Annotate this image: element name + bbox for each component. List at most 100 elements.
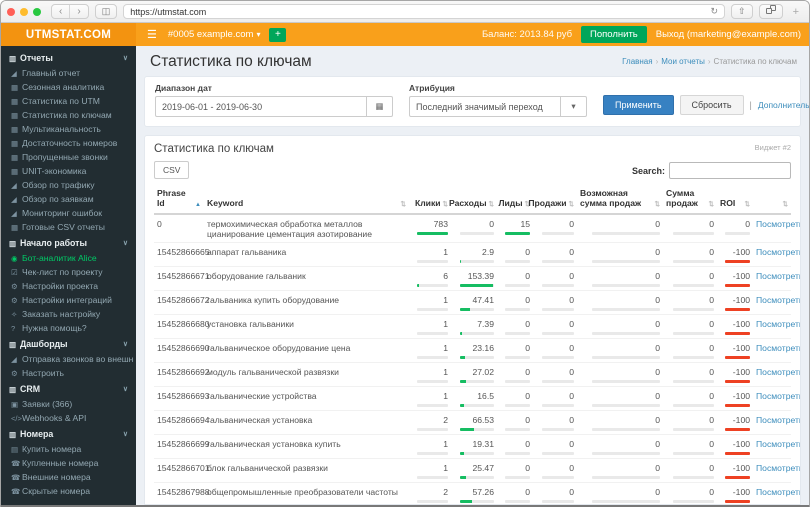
- share-icon[interactable]: ⇧: [731, 4, 753, 19]
- view-link[interactable]: Посмотреть: [756, 391, 800, 401]
- breadcrumb-link[interactable]: Главная: [622, 57, 652, 66]
- maximize-window-button[interactable]: [33, 7, 41, 16]
- sidebar-item[interactable]: ▦ Достаточность номеров: [1, 136, 136, 150]
- sidebar-item[interactable]: ◢ Обзор по трафику: [1, 178, 136, 192]
- view-link[interactable]: Посмотреть: [756, 319, 800, 329]
- sidebar-section-Номера[interactable]: ▥ Номера ∨: [1, 425, 136, 442]
- bar-fill-negative: [724, 476, 750, 479]
- csv-export-button[interactable]: CSV: [154, 161, 190, 179]
- close-window-button[interactable]: [7, 7, 15, 16]
- sidebar-section-Отчеты[interactable]: ▥ Отчеты ∨: [1, 49, 136, 66]
- column-header[interactable]: Phrase Id ▲: [154, 184, 204, 215]
- sidebar-item[interactable]: ▦ Статистика по ключам: [1, 108, 136, 122]
- keyword-cell: аппарат гальваника: [204, 242, 409, 267]
- value-bar: [504, 260, 530, 263]
- view-link[interactable]: Посмотреть: [756, 463, 800, 473]
- sidebar-item[interactable]: ◢ Обзор по заявкам: [1, 192, 136, 206]
- view-link[interactable]: Посмотреть: [756, 271, 800, 281]
- sidebar-item[interactable]: ? Нужна помощь?: [1, 321, 136, 335]
- view-link[interactable]: Посмотреть: [756, 247, 800, 257]
- sidebar-item[interactable]: ◢ Главный отчет: [1, 66, 136, 80]
- sidebar-item[interactable]: ▦ UNIT-экономика: [1, 164, 136, 178]
- view-link[interactable]: Посмотреть: [756, 415, 800, 425]
- brand-logo[interactable]: UTMSTAT.COM: [1, 23, 136, 46]
- sidebar-item[interactable]: ▣ Заявки (366): [1, 397, 136, 411]
- cell-value: 0: [655, 463, 660, 473]
- chevron-down-icon[interactable]: ▾: [561, 96, 587, 117]
- sidebar-item[interactable]: ⚙ Настройки интеграций: [1, 293, 136, 307]
- date-range-input[interactable]: 2019-06-01 - 2019-06-30: [155, 96, 367, 117]
- hamburger-icon[interactable]: ☰: [136, 28, 168, 41]
- sidebar-item[interactable]: ☎ Скрытые номера: [1, 484, 136, 498]
- cell-value: 0: [655, 367, 660, 377]
- column-header[interactable]: ROI ⇅: [717, 184, 753, 215]
- cell-value: 0: [569, 343, 574, 353]
- sidebar-item[interactable]: </> Webhooks & API: [1, 411, 136, 425]
- sidebar-item[interactable]: ◢ Отправка звонков во внешн: [1, 352, 136, 366]
- forward-button[interactable]: ›: [70, 5, 87, 18]
- more-options-link[interactable]: Дополнительно: [758, 100, 809, 110]
- sidebar-item[interactable]: ▦ Сезонная аналитика: [1, 80, 136, 94]
- widget-badge: Виджет #2: [754, 143, 791, 152]
- minimize-window-button[interactable]: [20, 7, 28, 16]
- view-link[interactable]: Посмотреть: [756, 219, 800, 229]
- column-header[interactable]: Клики ⇅: [409, 184, 451, 215]
- breadcrumb-link[interactable]: Мои отчеты: [661, 57, 705, 66]
- column-header[interactable]: Сумма продаж ⇅: [663, 184, 717, 215]
- sidebar-item[interactable]: ◉ Бот-аналитик Alice: [1, 251, 136, 265]
- view-link[interactable]: Посмотреть: [756, 367, 800, 377]
- bar-fill-negative: [724, 404, 750, 407]
- value-bar: [673, 308, 714, 311]
- topup-button[interactable]: Пополнить: [581, 26, 647, 43]
- sidebar-item[interactable]: ◢ Мониторинг ошибок: [1, 206, 136, 220]
- project-selector[interactable]: #0005 example.com ▾: [168, 29, 261, 40]
- sidebar-item-label: Настроить: [22, 368, 64, 378]
- new-tab-icon[interactable]: +: [789, 6, 803, 18]
- sidebar-section-Дашборды[interactable]: ▥ Дашборды ∨: [1, 335, 136, 352]
- add-project-button[interactable]: +: [269, 27, 287, 42]
- sidebar-section-Начало работы[interactable]: ▥ Начало работы ∨: [1, 234, 136, 251]
- search-input[interactable]: [669, 162, 791, 179]
- sidebar-item[interactable]: ⚙ Настроить: [1, 366, 136, 380]
- back-button[interactable]: ‹: [52, 5, 71, 18]
- column-header[interactable]: Расходы ⇅: [449, 184, 497, 215]
- value-cell: 0: [663, 386, 717, 411]
- sidebar-item[interactable]: ☎ Купленные номера: [1, 456, 136, 470]
- sidebar-toggle-icon[interactable]: ◫: [94, 4, 118, 19]
- attribution-select[interactable]: Последний значимый переход: [409, 96, 561, 117]
- sidebar-item[interactable]: ☎ Внешние номера: [1, 470, 136, 484]
- cell-value: -100: [732, 439, 750, 449]
- bar-fill: [460, 452, 465, 455]
- view-link[interactable]: Посмотреть: [756, 439, 800, 449]
- sidebar-item[interactable]: ▦ Мультиканальность: [1, 122, 136, 136]
- sidebar-item[interactable]: ✧ Заказать настройку: [1, 307, 136, 321]
- reload-icon[interactable]: ↻: [710, 6, 718, 17]
- calendar-icon[interactable]: ▦: [367, 96, 393, 117]
- sidebar-item[interactable]: ⚙ Настройки проекта: [1, 279, 136, 293]
- sidebar-item[interactable]: ☑ Чек-лист по проекту: [1, 265, 136, 279]
- sidebar-item[interactable]: ▤ Купить номера: [1, 442, 136, 456]
- reset-button[interactable]: Сбросить: [679, 95, 744, 115]
- tab-overview-icon[interactable]: [758, 4, 783, 19]
- phone-icon: ☎: [11, 472, 21, 482]
- cell-value: -100: [732, 391, 750, 401]
- cell-value: 7.39: [477, 319, 494, 329]
- view-link[interactable]: Посмотреть: [756, 295, 800, 305]
- value-cell: 0: [577, 410, 663, 435]
- sidebar-item[interactable]: ▦ Статистика по UTM: [1, 94, 136, 108]
- sidebar-section-label: CRM: [20, 384, 41, 394]
- cell-value: 1: [443, 463, 448, 473]
- sidebar-section-CRM[interactable]: ▥ CRM ∨: [1, 380, 136, 397]
- column-header[interactable]: Keyword ⇅: [204, 184, 409, 215]
- value-cell: 0: [663, 314, 717, 339]
- column-header[interactable]: Возможная сумма продаж ⇅: [577, 184, 663, 215]
- column-header[interactable]: ⇅: [753, 184, 791, 215]
- sidebar-item[interactable]: ▦ Пропущенные звонки: [1, 150, 136, 164]
- view-link[interactable]: Посмотреть: [756, 343, 800, 353]
- apply-button[interactable]: Применить: [603, 95, 674, 115]
- sidebar-item[interactable]: ▦ Готовые CSV отчеты: [1, 220, 136, 234]
- view-link[interactable]: Посмотреть: [756, 487, 800, 497]
- column-header[interactable]: Продажи ⇅: [528, 184, 577, 215]
- address-bar[interactable]: https://utmstat.com ↻: [123, 4, 726, 19]
- logout-link[interactable]: Выход (marketing@example.com): [656, 29, 801, 40]
